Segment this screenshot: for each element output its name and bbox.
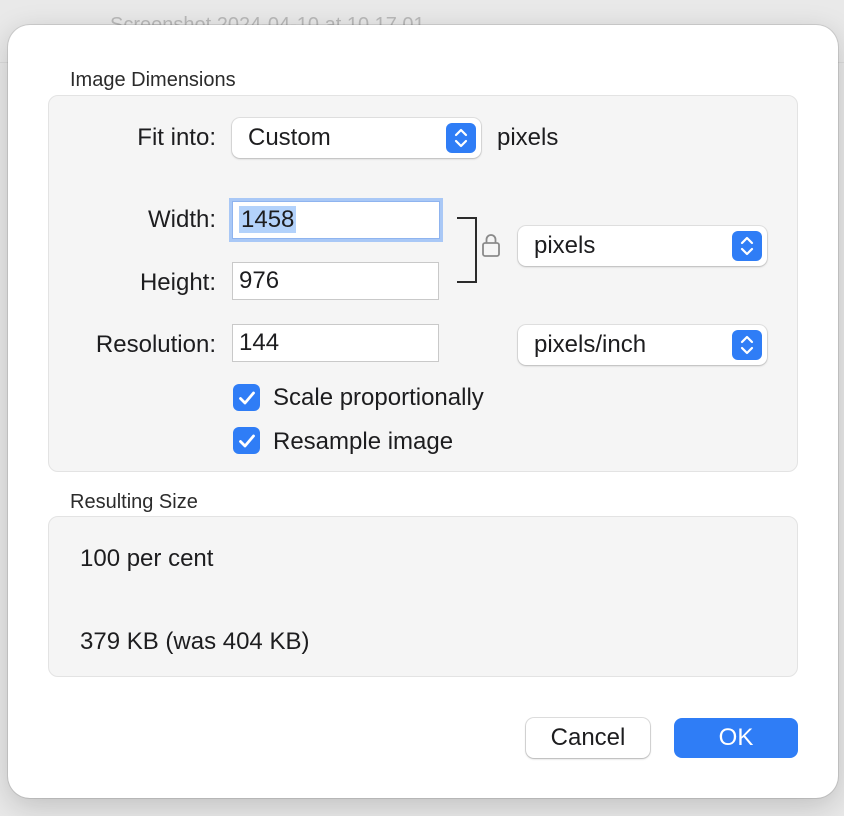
checkmark-icon	[238, 434, 255, 447]
image-size-dialog: Image Dimensions Fit into: Custom pixels…	[8, 25, 838, 798]
resolution-label: Resolution:	[95, 331, 216, 358]
fit-into-unit: pixels	[497, 124, 559, 151]
resulting-size-group: 100 per cent 379 KB (was 404 KB)	[48, 516, 798, 677]
ok-button[interactable]: OK	[674, 718, 798, 758]
checkmark-icon	[238, 391, 255, 404]
proportion-link-bracket	[457, 217, 477, 283]
width-field[interactable]: 1458	[232, 201, 440, 239]
resulting-percent: 100 per cent	[80, 545, 214, 572]
cancel-button[interactable]: Cancel	[526, 718, 650, 758]
width-label: Width:	[147, 206, 216, 233]
scale-proportionally-label[interactable]: Scale proportionally	[273, 384, 484, 412]
width-value: 1458	[239, 206, 297, 233]
fit-into-value: Custom	[248, 124, 331, 151]
resolution-value: 144	[239, 329, 280, 356]
image-dimensions-heading: Image Dimensions	[70, 69, 236, 91]
height-value: 976	[239, 267, 280, 294]
height-field[interactable]: 976	[232, 262, 439, 300]
height-label: Height:	[139, 269, 216, 296]
chevron-updown-icon	[732, 330, 762, 360]
image-dimensions-group: Fit into: Custom pixels Width: 1458 Heig…	[48, 95, 798, 472]
fit-into-label: Fit into:	[137, 124, 216, 151]
resolution-field[interactable]: 144	[232, 324, 439, 362]
chevron-updown-icon	[446, 123, 476, 153]
chevron-updown-icon	[732, 231, 762, 261]
fit-into-popup[interactable]: Custom	[232, 118, 481, 158]
resulting-size-heading: Resulting Size	[70, 491, 198, 513]
resample-image-label[interactable]: Resample image	[273, 428, 453, 456]
resulting-file-size: 379 KB (was 404 KB)	[80, 628, 310, 655]
resolution-unit-value: pixels/inch	[534, 331, 647, 358]
size-unit-value: pixels	[534, 232, 596, 259]
resolution-unit-popup[interactable]: pixels/inch	[518, 325, 767, 365]
resample-image-checkbox[interactable]	[233, 427, 260, 454]
lock-icon[interactable]	[481, 232, 501, 263]
scale-proportionally-checkbox[interactable]	[233, 384, 260, 411]
size-unit-popup[interactable]: pixels	[518, 226, 767, 266]
